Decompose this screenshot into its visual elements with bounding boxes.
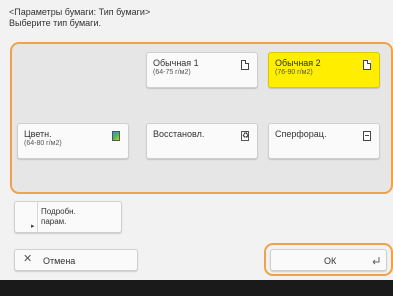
ok-label: ОК [324,256,337,266]
paper-type-plain2-button[interactable]: Обычная 2 (76-90 г/м2) [268,52,380,88]
paper-type-recycled-button[interactable]: Восстановл. ♻ [146,123,258,159]
paper-type-plain1-button[interactable]: Обычная 1 (64-75 г/м2) [146,52,258,88]
prepunched-paper-icon [363,131,371,141]
instruction-text: Выберите тип бумаги. [9,18,101,28]
cancel-button[interactable]: ✕ Отмена [14,249,138,271]
paper-type-prepunched-button[interactable]: Сперфорац. [268,123,380,159]
paper-type-color-button[interactable]: Цветн. (64-80 г/м2) [17,123,129,159]
color-paper-icon [112,131,120,141]
plain-paper-icon [363,60,371,70]
ok-button[interactable]: ОК [270,249,387,271]
status-bar [0,280,393,296]
arrow-right-icon: ▸ [31,223,35,230]
breadcrumb: <Параметры бумаги: Тип бумаги> [9,7,151,17]
details-label-line2: парам. [41,217,67,226]
screen-header: <Параметры бумаги: Тип бумаги> Выберите … [9,7,150,29]
button-divider [37,202,38,232]
close-icon: ✕ [23,253,33,265]
detailed-settings-button[interactable]: ▸ Подробн. парам. [14,201,122,233]
recycled-paper-icon: ♻ [241,131,250,141]
plain-paper-icon [241,60,249,70]
details-label: Подробн. парам. [41,207,76,227]
enter-icon [372,257,380,265]
cancel-label: Отмена [43,256,76,266]
details-label-line1: Подробн. [41,207,76,216]
